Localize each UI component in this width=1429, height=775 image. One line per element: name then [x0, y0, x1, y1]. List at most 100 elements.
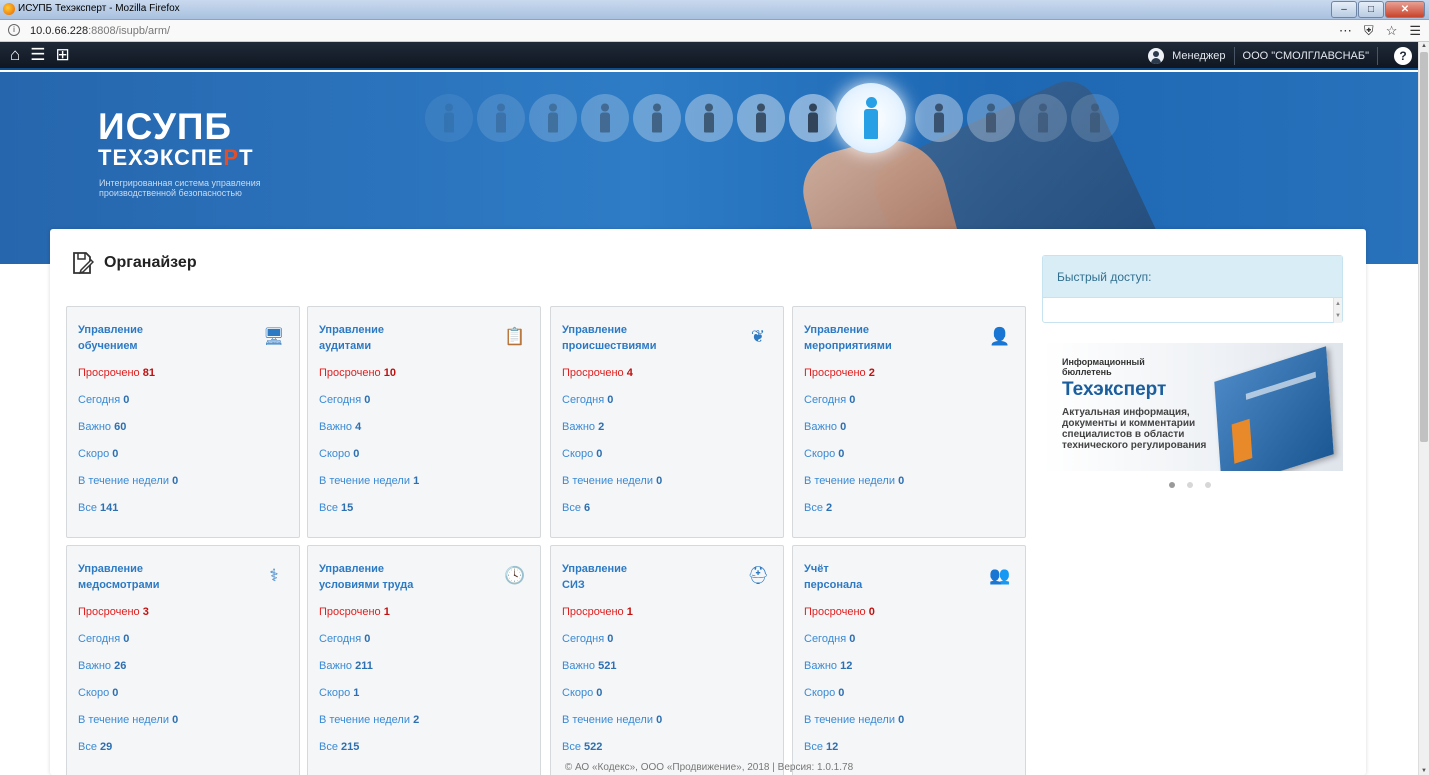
organizer-card[interactable]: Управление медосмотрами ⚕ Просрочено 3 Сегод…	[66, 545, 300, 775]
card-row-important[interactable]: Важно 0	[804, 421, 846, 433]
card-row-week[interactable]: В течение недели 1	[319, 475, 419, 487]
card-row-all[interactable]: Все 29	[78, 741, 112, 753]
card-row-all[interactable]: Все 141	[78, 502, 118, 514]
card-row-soon[interactable]: Скоро 0	[78, 687, 118, 699]
card-row-soon[interactable]: Скоро 1	[319, 687, 359, 699]
card-row-overdue[interactable]: Просрочено 3	[78, 606, 149, 618]
help-icon[interactable]: ?	[1394, 47, 1412, 65]
carousel-dot[interactable]	[1205, 482, 1211, 488]
card-title[interactable]: Управление условиями труда	[319, 561, 479, 593]
card-row-important[interactable]: Важно 26	[78, 660, 126, 672]
card-row-week[interactable]: В течение недели 0	[78, 475, 178, 487]
card-row-overdue[interactable]: Просрочено 81	[78, 367, 155, 379]
address-bar[interactable]: i 10.0.66.228:8808/isupb/arm/ ⋯ ⛨ ☆ ☰	[0, 20, 1429, 42]
card-row-important[interactable]: Важно 60	[78, 421, 126, 433]
card-row-today[interactable]: Сегодня 0	[804, 633, 855, 645]
bulletin-banner[interactable]: Информационный бюллетень Техэксперт Акту…	[1042, 343, 1343, 471]
person-icon	[685, 94, 733, 142]
card-row-today[interactable]: Сегодня 0	[562, 633, 613, 645]
carousel-dot[interactable]	[1187, 482, 1193, 488]
menu-icon[interactable]: ☰	[1409, 23, 1421, 39]
site-info-icon[interactable]: i	[8, 24, 20, 36]
card-row-today[interactable]: Сегодня 0	[562, 394, 613, 406]
card-row-soon[interactable]: Скоро 0	[804, 448, 844, 460]
page-scrollbar[interactable]: ▲ ▼	[1418, 42, 1429, 775]
hamburger-menu-icon[interactable]: ☰	[30, 46, 45, 64]
organizer-card[interactable]: Управление мероприятиями 👤 Просрочено 2 Сего…	[792, 306, 1026, 538]
card-title[interactable]: Управление медосмотрами	[78, 561, 238, 593]
card-title[interactable]: Управление мероприятиями	[804, 322, 964, 354]
card-row-today[interactable]: Сегодня 0	[804, 394, 855, 406]
quick-access-scrollbar[interactable]: ▲ ▼	[1333, 298, 1342, 323]
card-row-week[interactable]: В течение недели 0	[804, 475, 904, 487]
card-row-important[interactable]: Важно 4	[319, 421, 361, 433]
card-row-important[interactable]: Важно 211	[319, 660, 373, 672]
card-row-overdue[interactable]: Просрочено 2	[804, 367, 875, 379]
scroll-down-arrow-icon[interactable]: ▼	[1334, 310, 1342, 322]
organizer-card[interactable]: Управление условиями труда 🕓 Просрочено 1 Се…	[307, 545, 541, 775]
page-actions-icon[interactable]: ⋯	[1339, 23, 1352, 39]
scroll-down-arrow-icon[interactable]: ▼	[1421, 768, 1427, 774]
card-row-soon[interactable]: Скоро 0	[319, 448, 359, 460]
card-row-all[interactable]: Все 12	[804, 741, 838, 753]
card-title[interactable]: Управление обучением	[78, 322, 238, 354]
card-row-today[interactable]: Сегодня 0	[78, 633, 129, 645]
card-row-week[interactable]: В течение недели 0	[804, 714, 904, 726]
carousel-dot-active[interactable]	[1169, 482, 1175, 488]
organizer-card[interactable]: Управление СИЗ ⛑ Просрочено 1 Сегодня 0 Важно…	[550, 545, 784, 775]
user-role[interactable]: Менеджер	[1172, 50, 1225, 62]
organizer-card[interactable]: Управление обучением 🖥 Просрочено 81 Сегодня…	[66, 306, 300, 538]
organizer-card[interactable]: Управление аудитами 📋 Просрочено 10 Сегодня …	[307, 306, 541, 538]
organizer-card[interactable]: Управление происшествиями ❦ Просрочено 4 Сег…	[550, 306, 784, 538]
scroll-up-arrow-icon[interactable]: ▲	[1421, 43, 1427, 49]
card-row-overdue[interactable]: Просрочено 10	[319, 367, 396, 379]
card-title[interactable]: Управление СИЗ	[562, 561, 722, 593]
maximize-button[interactable]: □	[1358, 1, 1384, 18]
card-row-week[interactable]: В течение недели 0	[562, 475, 662, 487]
card-row-overdue[interactable]: Просрочено 0	[804, 606, 875, 618]
scrollbar-thumb[interactable]	[1420, 52, 1428, 442]
close-button[interactable]: ✕	[1385, 1, 1425, 18]
card-row-week[interactable]: В течение недели 2	[319, 714, 419, 726]
card-row-all[interactable]: Все 215	[319, 741, 359, 753]
card-row-all[interactable]: Все 2	[804, 502, 832, 514]
pocket-icon[interactable]: ⛨	[1364, 23, 1374, 39]
card-row-soon[interactable]: Скоро 0	[562, 687, 602, 699]
home-icon[interactable]: ⌂	[10, 46, 20, 64]
organization-name[interactable]: ООО "СМОЛГЛАВСНАБ"	[1243, 50, 1369, 62]
card-row-today[interactable]: Сегодня 0	[319, 633, 370, 645]
card-row-all[interactable]: Все 15	[319, 502, 353, 514]
card-row-today[interactable]: Сегодня 0	[78, 394, 129, 406]
row-label: В течение недели	[562, 714, 653, 726]
minimize-button[interactable]: –	[1331, 1, 1357, 18]
card-row-all[interactable]: Все 6	[562, 502, 590, 514]
card-row-important[interactable]: Важно 521	[562, 660, 616, 672]
bookmark-star-icon[interactable]: ☆	[1386, 23, 1398, 39]
card-row-soon[interactable]: Скоро 0	[804, 687, 844, 699]
logo-description: Интегрированная система управления произ…	[99, 178, 261, 198]
organizer-card[interactable]: Учёт персонала 👥 Просрочено 0 Сегодня 0 Важно…	[792, 545, 1026, 775]
card-row-overdue[interactable]: Просрочено 1	[319, 606, 390, 618]
card-row-week[interactable]: В течение недели 0	[78, 714, 178, 726]
card-row-today[interactable]: Сегодня 0	[319, 394, 370, 406]
card-row-overdue[interactable]: Просрочено 1	[562, 606, 633, 618]
card-row-all[interactable]: Все 522	[562, 741, 602, 753]
user-icon[interactable]	[1148, 48, 1165, 64]
card-row-soon[interactable]: Скоро 0	[78, 448, 118, 460]
scroll-up-arrow-icon[interactable]: ▲	[1334, 298, 1342, 310]
card-row-important[interactable]: Важно 12	[804, 660, 852, 672]
card-row-important[interactable]: Важно 2	[562, 421, 604, 433]
row-count: 0	[172, 475, 179, 487]
card-title[interactable]: Управление происшествиями	[562, 322, 722, 354]
card-row-overdue[interactable]: Просрочено 4	[562, 367, 633, 379]
card-title-line: Учёт	[804, 563, 829, 575]
card-row-week[interactable]: В течение недели 0	[562, 714, 662, 726]
row-label: Все	[804, 502, 823, 514]
url-text[interactable]: 10.0.66.228:8808/isupb/arm/	[30, 25, 170, 37]
settings-sliders-icon[interactable]: ⊞	[56, 46, 70, 64]
card-title[interactable]: Управление аудитами	[319, 322, 479, 354]
row-label: Важно	[562, 660, 596, 672]
card-title[interactable]: Учёт персонала	[804, 561, 964, 593]
row-label: Просрочено	[562, 367, 624, 379]
card-row-soon[interactable]: Скоро 0	[562, 448, 602, 460]
